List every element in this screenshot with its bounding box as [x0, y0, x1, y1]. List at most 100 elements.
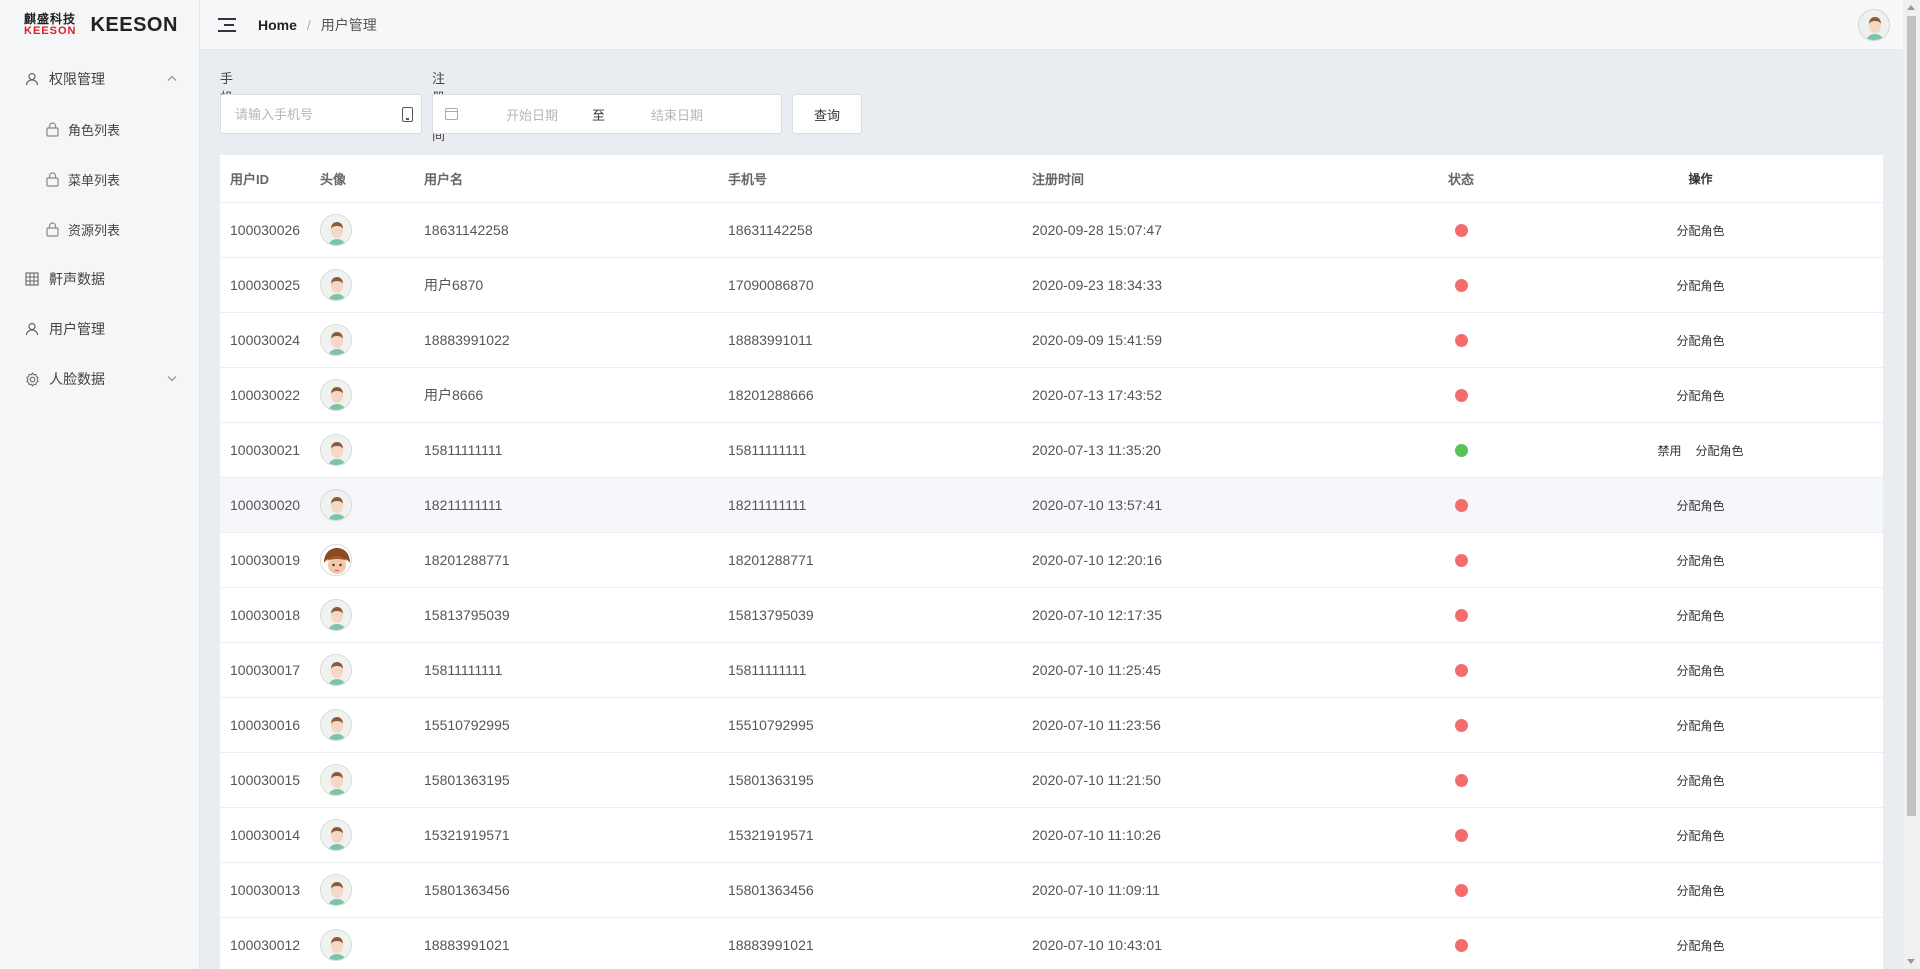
cell-register-time: 2020-09-23 18:34:33	[1032, 277, 1162, 293]
cell-phone: 15813795039	[728, 607, 814, 623]
assign-role-button[interactable]: 分配角色	[1696, 442, 1744, 459]
cell-actions: 分配角色	[1518, 387, 1883, 404]
table-row[interactable]: 100030020 18211111111 18211111111 2020-07-1…	[220, 478, 1883, 533]
cell-phone: 18201288666	[728, 387, 814, 403]
table-row[interactable]: 100030022 用户8666 18201288666 2020-07-13 17:…	[220, 368, 1883, 423]
cell-username: 18883991022	[424, 332, 510, 348]
end-date-input[interactable]: 结束日期	[627, 105, 727, 124]
cell-username: 18211111111	[424, 497, 503, 513]
sidebar-item-label: 角色列表	[68, 122, 121, 138]
assign-role-button[interactable]: 分配角色	[1676, 772, 1724, 789]
cell-user-id: 100030017	[230, 662, 301, 678]
scrollbar-thumb[interactable]	[1907, 16, 1916, 816]
assign-role-button[interactable]: 分配角色	[1676, 222, 1724, 239]
assign-role-button[interactable]: 分配角色	[1676, 662, 1724, 679]
column-header-phone: 手机号	[728, 172, 768, 187]
sidebar-item-roles[interactable]: 角色列表	[0, 104, 199, 154]
breadcrumb-home[interactable]: Home	[258, 17, 297, 33]
cell-actions: 分配角色	[1518, 497, 1883, 514]
table-row[interactable]: 100030026 18631142258 18631142258 2020-09-2…	[220, 203, 1883, 258]
scroll-down-arrow-icon[interactable]	[1907, 959, 1915, 964]
sidebar-item-menus[interactable]: 菜单列表	[0, 154, 199, 204]
assign-role-button[interactable]: 分配角色	[1676, 882, 1724, 899]
table-row[interactable]: 100030016 15510792995 15510792995 2020-07-1…	[220, 698, 1883, 753]
assign-role-button[interactable]: 分配角色	[1676, 552, 1724, 569]
cell-avatar	[320, 269, 424, 301]
cell-register-time: 2020-07-10 11:09:11	[1032, 882, 1160, 898]
cell-username: 15813795039	[424, 607, 510, 623]
cell-avatar	[320, 929, 424, 961]
sidebar-item-snore-data[interactable]: 鼾声数据	[0, 254, 199, 304]
cell-username: 15811111111	[424, 662, 503, 678]
table-row[interactable]: 100030017 15811111111 15811111111 2020-07-1…	[220, 643, 1883, 698]
table-row[interactable]: 100030015 15801363195 15801363195 2020-07-1…	[220, 753, 1883, 808]
sidebar: 麒盛科技 KEESON KEESON 权限管理 角色列表 菜单列表 资源列表 鼾…	[0, 0, 200, 969]
table-row[interactable]: 100030012 18883991021 18883991021 2020-07-1…	[220, 918, 1883, 969]
cell-register-time: 2020-07-10 11:23:56	[1032, 717, 1161, 733]
column-header-id: 用户ID	[230, 172, 270, 187]
table-row[interactable]: 100030024 18883991022 18883991011 2020-09-0…	[220, 313, 1883, 368]
assign-role-button[interactable]: 分配角色	[1676, 607, 1724, 624]
table-body: 100030026 18631142258 18631142258 2020-09-2…	[220, 203, 1883, 969]
cell-phone: 18631142258	[728, 222, 813, 238]
cell-avatar	[320, 599, 424, 631]
cell-user-id: 100030022	[230, 387, 301, 403]
phone-input[interactable]	[221, 106, 391, 122]
user-icon	[24, 321, 40, 337]
logo-text: KEESON	[90, 13, 178, 36]
cell-avatar	[320, 544, 424, 576]
page-scrollbar[interactable]	[1903, 0, 1920, 969]
status-dot	[1454, 498, 1468, 512]
status-dot	[1454, 938, 1468, 952]
cell-user-id: 100030013	[230, 882, 301, 898]
avatar	[320, 819, 352, 851]
cell-username: 18201288771	[424, 552, 510, 568]
column-header-register-time: 注册时间	[1032, 172, 1085, 187]
lock-icon	[44, 171, 60, 187]
menu-toggle-icon[interactable]	[218, 17, 236, 32]
assign-role-button[interactable]: 分配角色	[1676, 937, 1724, 954]
date-range-separator: 至	[592, 107, 606, 123]
lock-icon	[44, 221, 60, 237]
status-dot	[1454, 278, 1468, 292]
cell-register-time: 2020-07-13 11:35:20	[1032, 442, 1161, 458]
cell-register-time: 2020-07-10 12:20:16	[1032, 552, 1162, 568]
cell-user-id: 100030016	[230, 717, 301, 733]
assign-role-button[interactable]: 分配角色	[1676, 827, 1724, 844]
user-avatar[interactable]	[1858, 9, 1890, 41]
avatar	[320, 929, 352, 961]
cell-register-time: 2020-07-10 12:17:35	[1032, 607, 1162, 623]
assign-role-button[interactable]: 分配角色	[1676, 497, 1724, 514]
cell-actions: 分配角色	[1518, 772, 1883, 789]
table-row[interactable]: 100030019 18201288771 18201288771 2020-07-1…	[220, 533, 1883, 588]
avatar	[320, 874, 352, 906]
cell-user-id: 100030026	[230, 222, 301, 238]
avatar	[320, 214, 352, 246]
disable-button[interactable]: 禁用	[1657, 442, 1681, 459]
sidebar-item-face-data[interactable]: 人脸数据	[0, 354, 199, 404]
assign-role-button[interactable]: 分配角色	[1676, 277, 1724, 294]
assign-role-button[interactable]: 分配角色	[1676, 332, 1724, 349]
assign-role-button[interactable]: 分配角色	[1676, 387, 1724, 404]
table-row[interactable]: 100030018 15813795039 15813795039 2020-07-1…	[220, 588, 1883, 643]
table-row[interactable]: 100030014 15321919571 15321919571 2020-07-1…	[220, 808, 1883, 863]
logo-cn: 麒盛科技	[24, 12, 77, 26]
assign-role-button[interactable]: 分配角色	[1676, 717, 1724, 734]
date-range-picker[interactable]: 开始日期 至 结束日期	[432, 94, 782, 134]
query-button[interactable]: 查询	[792, 94, 862, 134]
sidebar-item-permissions[interactable]: 权限管理	[0, 54, 199, 104]
cell-username: 15811111111	[424, 442, 503, 458]
logo[interactable]: 麒盛科技 KEESON KEESON	[0, 0, 199, 50]
avatar	[320, 599, 352, 631]
table-row[interactable]: 100030021 15811111111 15811111111 2020-07-1…	[220, 423, 1883, 478]
start-date-input[interactable]: 开始日期	[482, 105, 582, 124]
cell-username: 15801363195	[424, 772, 510, 788]
avatar	[320, 764, 352, 796]
scroll-up-arrow-icon[interactable]	[1907, 5, 1915, 10]
sidebar-item-users[interactable]: 用户管理	[0, 304, 199, 354]
table-row[interactable]: 100030013 15801363456 15801363456 2020-07-1…	[220, 863, 1883, 918]
sidebar-item-resources[interactable]: 资源列表	[0, 204, 199, 254]
gear-icon	[24, 371, 40, 387]
cell-actions: 分配角色	[1518, 607, 1883, 624]
table-row[interactable]: 100030025 用户6870 17090086870 2020-09-23 18:…	[220, 258, 1883, 313]
